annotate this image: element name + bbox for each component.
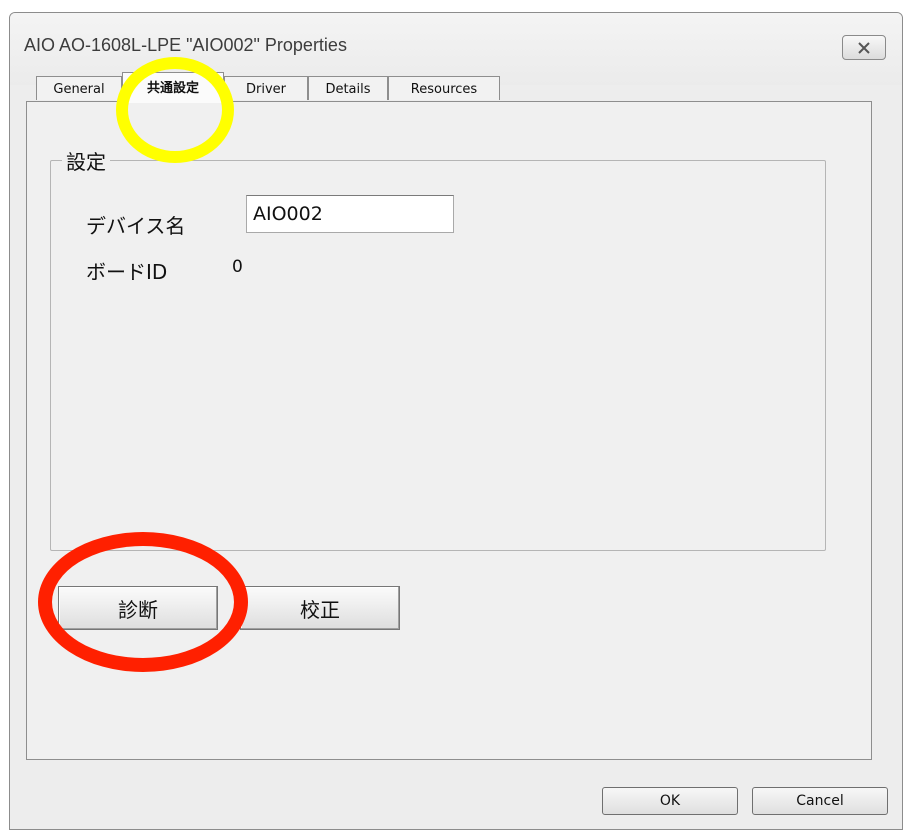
device-name-label: デバイス名 [86,214,186,238]
tab-driver[interactable]: Driver [224,76,308,100]
tab-resources[interactable]: Resources [388,76,500,100]
calibrate-button[interactable]: 校正 [240,586,400,630]
tab-common-settings[interactable]: 共通設定 [122,72,224,103]
board-id-value: 0 [232,257,243,277]
tab-details[interactable]: Details [308,76,388,100]
device-name-input[interactable] [246,195,454,233]
cancel-button[interactable]: Cancel [752,787,888,815]
close-icon [858,41,870,54]
ok-button[interactable]: OK [602,787,738,815]
close-button[interactable] [842,35,886,60]
diagnose-button[interactable]: 診断 [58,586,218,630]
window-title: AIO AO-1608L-LPE "AIO002" Properties [24,35,347,55]
board-id-label: ボードID [86,260,168,284]
tab-general[interactable]: General [36,76,122,100]
settings-group-title: 設定 [62,146,110,175]
